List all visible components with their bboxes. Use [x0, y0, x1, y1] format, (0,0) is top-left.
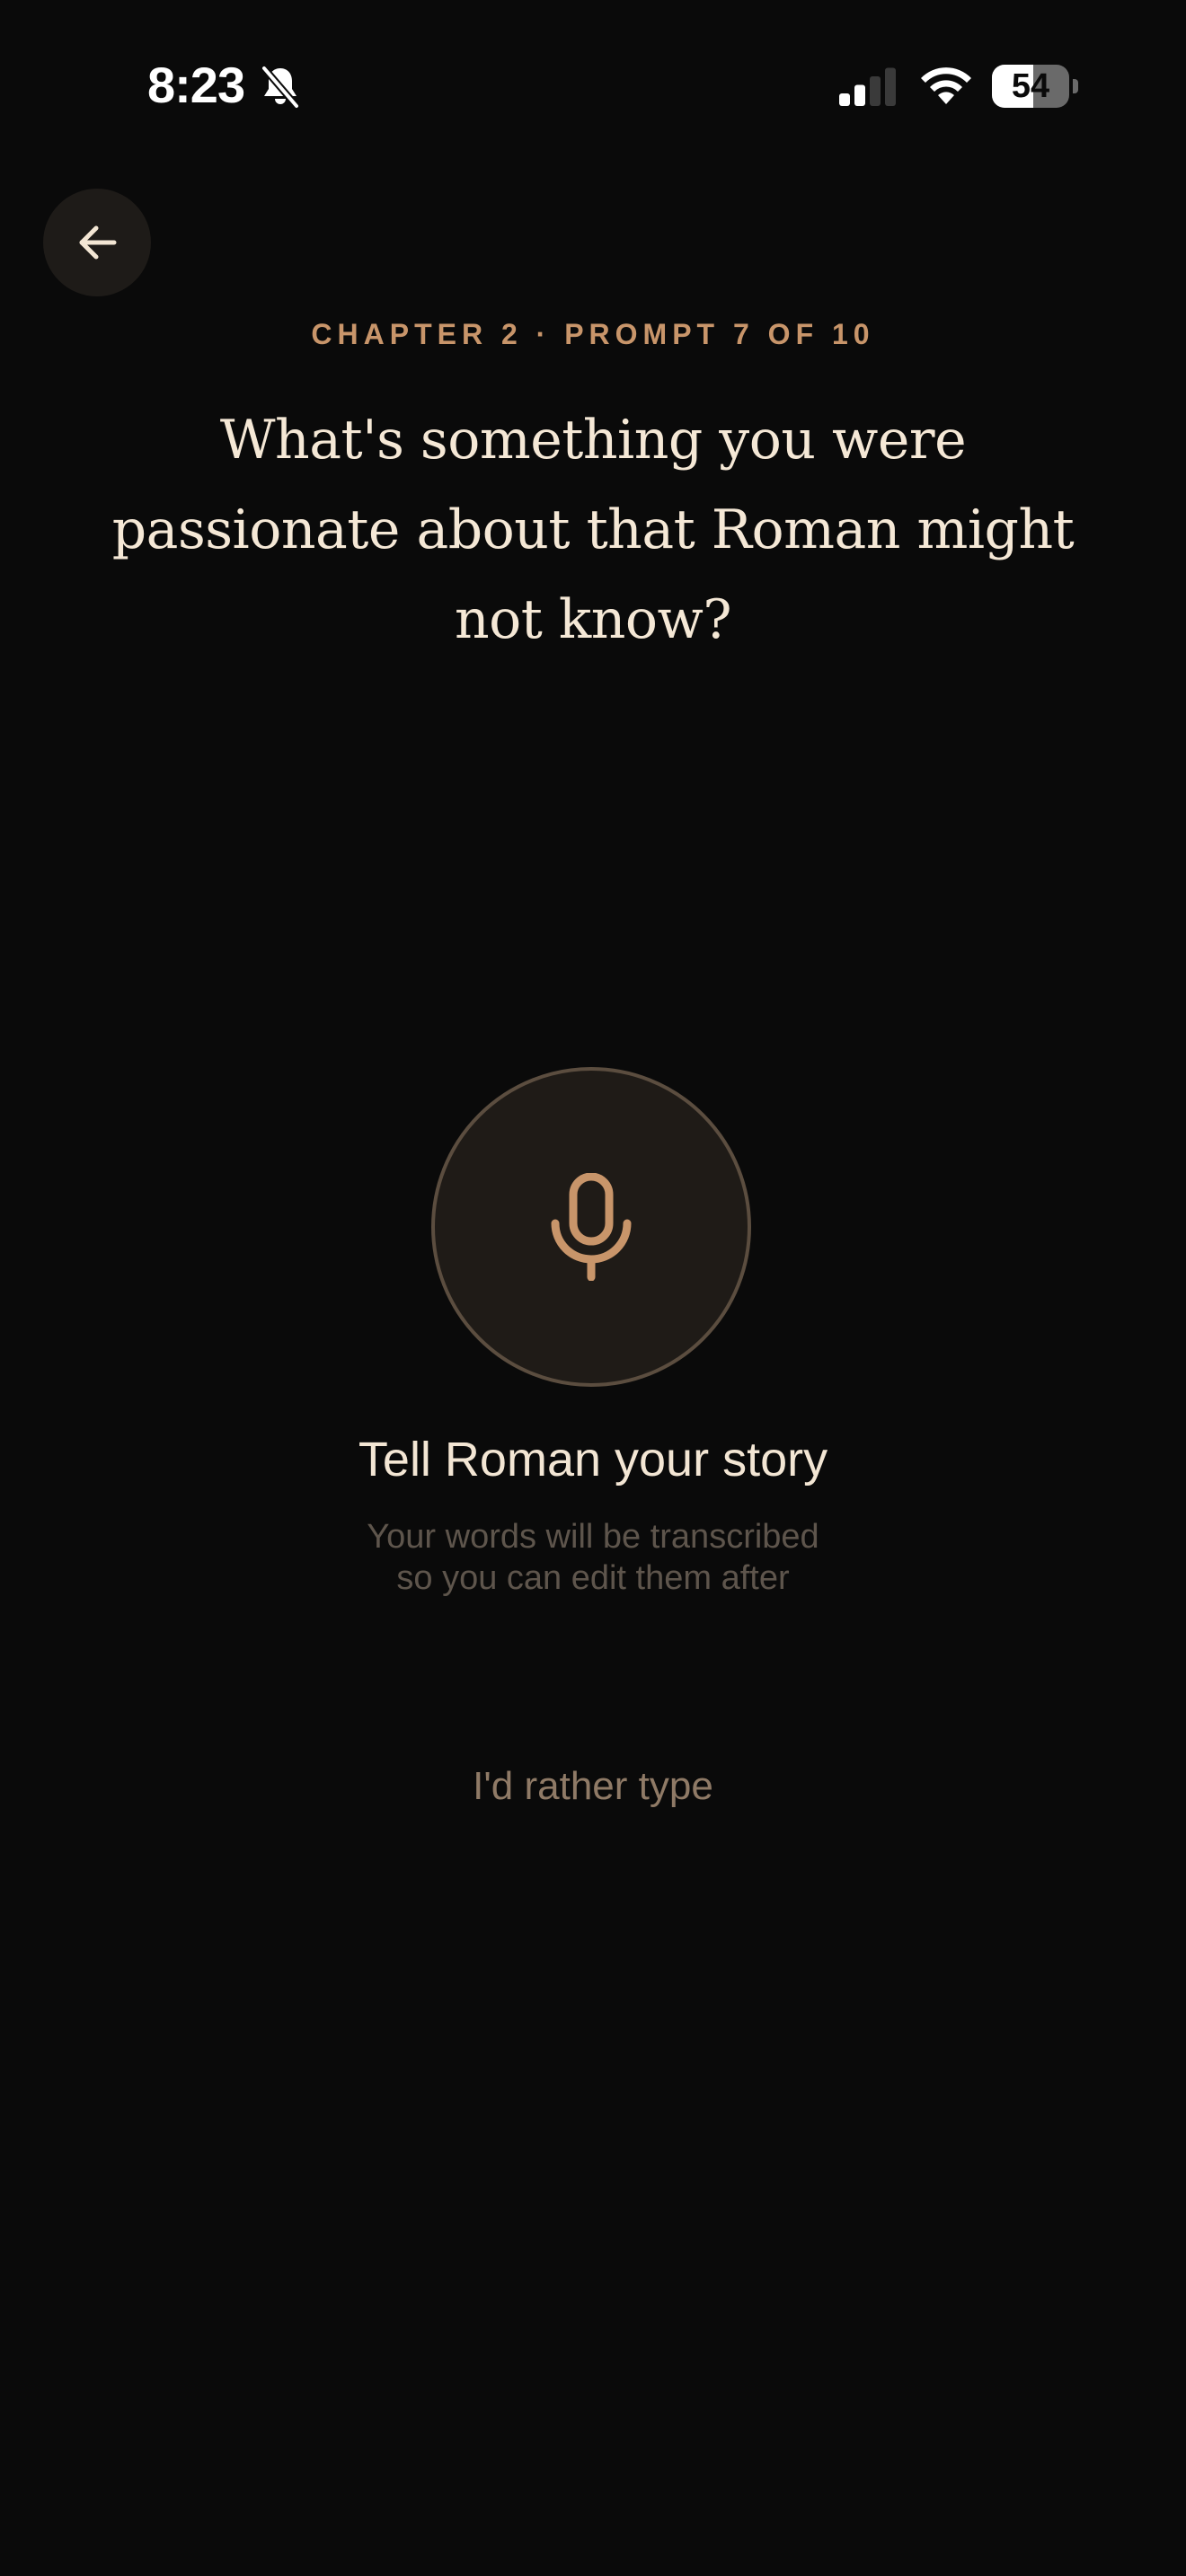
battery-level: 54	[1011, 67, 1050, 105]
record-subtitle-line-1: Your words will be transcribed	[367, 1518, 819, 1556]
signal-bar	[854, 84, 865, 106]
signal-bar	[870, 76, 881, 106]
battery-cap	[1073, 79, 1078, 93]
prompt-question: What's something you were passionate abo…	[111, 409, 1075, 651]
record-title: Tell Roman your story	[358, 1433, 828, 1486]
chapter-progress-label: CHAPTER 2 · PROMPT 7 OF 10	[311, 318, 875, 350]
record-subtitle-line-2: so you can edit them after	[396, 1559, 790, 1597]
arrow-left-icon	[79, 225, 117, 260]
bell-slash-icon	[261, 65, 300, 110]
type-instead-link[interactable]: I'd rather type	[368, 1764, 818, 1809]
microphone-icon	[551, 1173, 632, 1281]
wifi-icon	[921, 67, 971, 104]
cellular-signal-icon	[839, 67, 896, 106]
status-bar: 8:23 54	[0, 0, 1186, 171]
battery-body: 54	[992, 65, 1069, 108]
battery-indicator: 54	[992, 65, 1078, 108]
record-mic-button[interactable]	[431, 1067, 751, 1387]
signal-bar	[885, 67, 896, 106]
back-button[interactable]	[43, 189, 151, 296]
signal-bar	[839, 93, 850, 106]
status-time: 8:23	[147, 57, 245, 113]
record-subtitle: Your words will be transcribed so you ca…	[0, 1516, 1186, 1599]
